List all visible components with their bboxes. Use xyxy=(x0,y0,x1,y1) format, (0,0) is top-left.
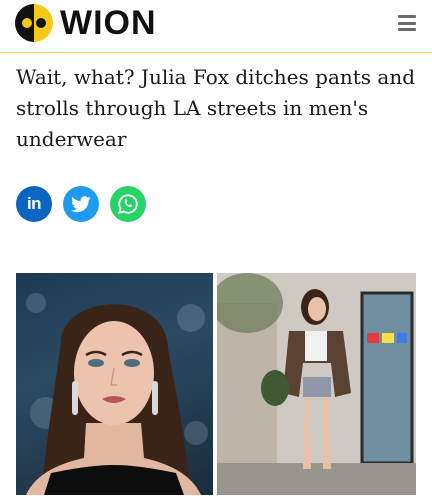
hero-photo-portrait xyxy=(16,273,213,495)
linkedin-share-button[interactable]: in xyxy=(16,186,52,222)
hamburger-menu-icon[interactable] xyxy=(398,15,416,31)
logo-wordmark: WION xyxy=(60,4,157,42)
article-hero-image[interactable] xyxy=(16,273,416,495)
wion-logo[interactable]: WION xyxy=(14,3,157,43)
share-bar: in xyxy=(16,186,146,222)
twitter-icon xyxy=(71,195,91,212)
whatsapp-icon xyxy=(117,194,138,215)
linkedin-icon: in xyxy=(26,194,42,213)
twitter-share-button[interactable] xyxy=(63,186,99,222)
site-header: WION xyxy=(0,0,432,53)
wion-logo-icon xyxy=(14,3,54,43)
article-headline: Wait, what? Julia Fox ditches pants and … xyxy=(16,65,416,151)
whatsapp-share-button[interactable] xyxy=(110,186,146,222)
hero-photo-street xyxy=(217,273,416,495)
